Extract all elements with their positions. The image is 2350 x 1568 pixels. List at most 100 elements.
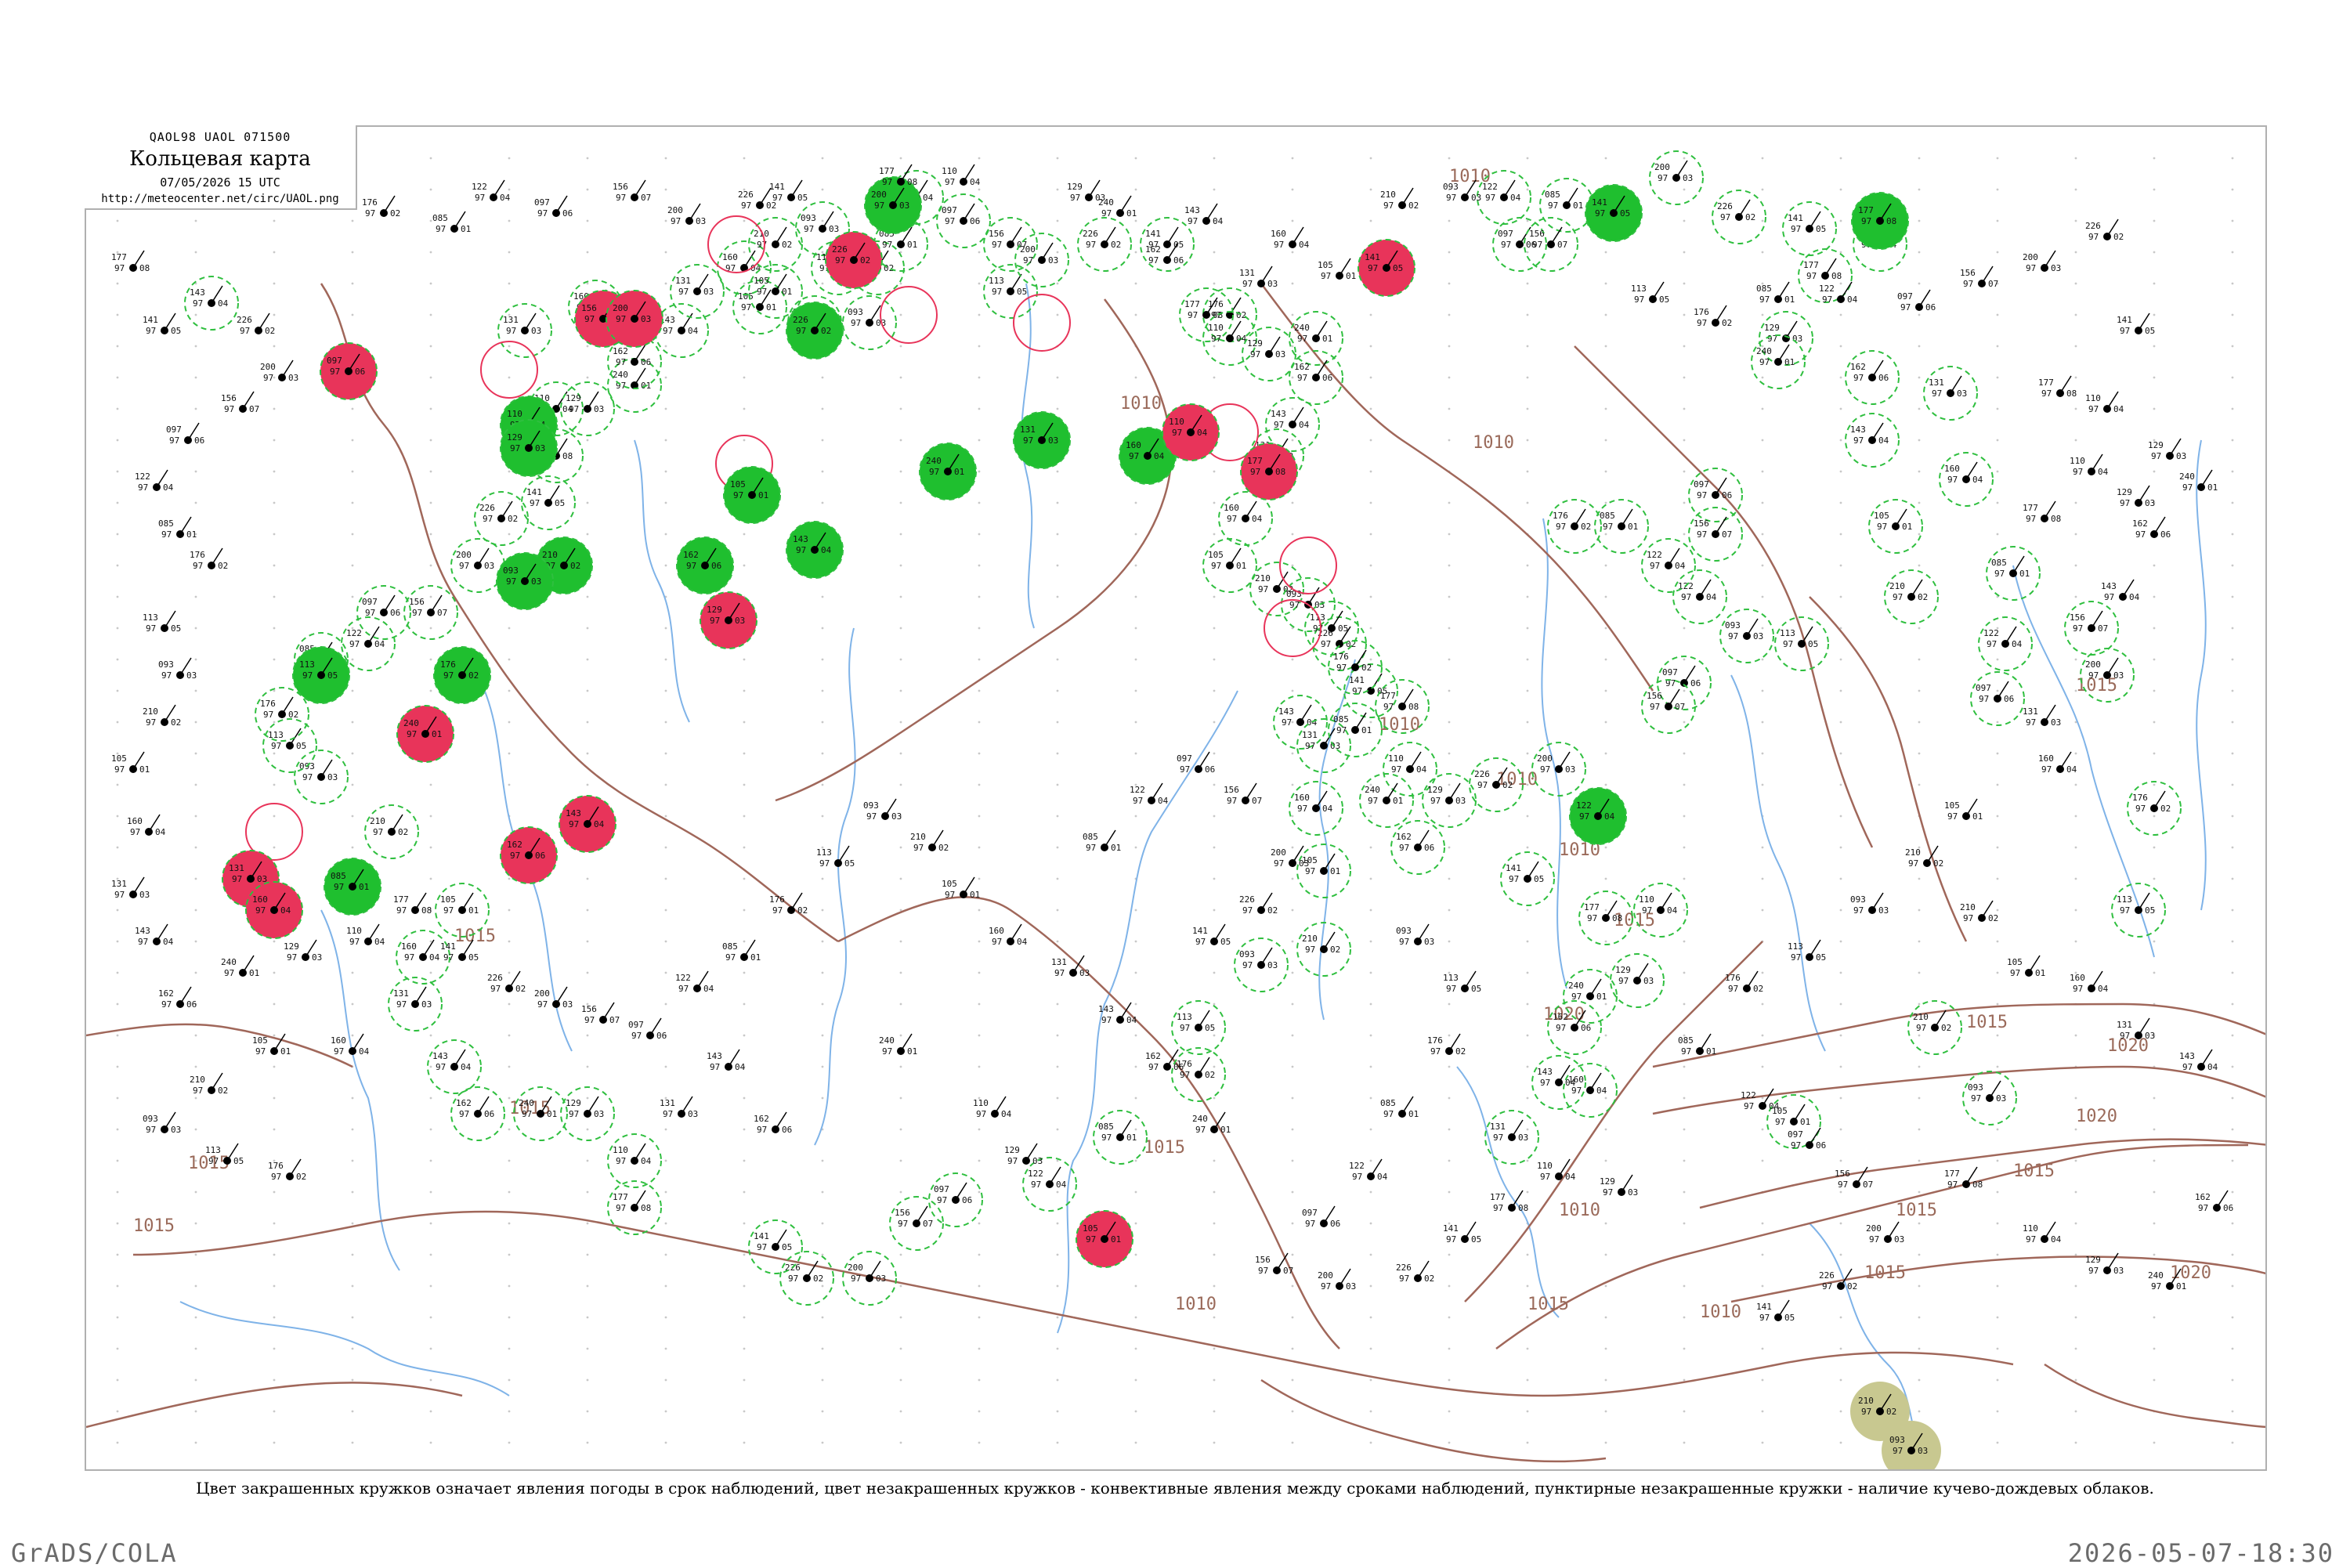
grid-dot <box>899 157 902 160</box>
station-pressure: 162 <box>2195 1192 2211 1202</box>
station-dew: 05 <box>468 952 479 963</box>
station-model: 1109704 <box>1208 320 1247 344</box>
station-pressure: 162 <box>456 1098 472 1108</box>
weather-map[interactable]: 1010101010101010101510151015101510101010… <box>86 127 2267 1471</box>
grid-dot <box>1683 1003 1686 1006</box>
station-temp: 97 <box>616 193 626 203</box>
grid-dot <box>1291 376 1294 379</box>
grid-dot <box>1134 188 1137 191</box>
grid-dot <box>273 533 276 536</box>
grid-dot <box>743 689 746 692</box>
station-model: 1319703 <box>1302 728 1340 751</box>
station-pressure: 129 <box>1004 1145 1020 1155</box>
station-dew: 04 <box>821 545 832 555</box>
grid-dot <box>1996 439 1999 442</box>
grid-dot <box>1604 564 1607 567</box>
grid-dot <box>1369 313 1372 316</box>
station-temp: 97 <box>1979 694 1989 704</box>
station-dew: 06 <box>562 208 573 219</box>
station-temp: 97 <box>1947 475 1958 485</box>
station-dew: 02 <box>1933 858 1943 869</box>
station-dew: 06 <box>1424 843 1434 853</box>
station-temp: 97 <box>874 201 884 211</box>
station-dew: 03 <box>1683 173 1693 183</box>
grid-dot <box>1448 219 1451 222</box>
station-dew: 03 <box>891 811 902 822</box>
station-pressure: 141 <box>1788 213 1803 223</box>
station-model: 1769702 <box>260 696 298 720</box>
grid-dot <box>273 1065 276 1068</box>
station-pressure: 160 <box>1126 440 1141 450</box>
station-temp: 97 <box>522 1109 532 1119</box>
station-dew: 01 <box>2035 968 2045 978</box>
grid-dot <box>1369 1378 1372 1382</box>
station-model: 1569707 <box>1694 516 1732 540</box>
station-dew: 05 <box>1816 224 1826 234</box>
station-dew: 06 <box>641 357 651 367</box>
grid-dot <box>1839 846 1842 849</box>
station-pressure: 097 <box>1662 667 1678 677</box>
grid-dot <box>1918 282 1921 285</box>
grid-dot <box>586 1410 589 1413</box>
grid-dot <box>1134 157 1137 160</box>
grid-dot <box>1291 1347 1294 1350</box>
grid-dot <box>194 846 197 849</box>
station-model: 12997 03 <box>1764 320 1802 344</box>
grid-dot <box>1996 783 1999 786</box>
grid-dot <box>194 940 197 943</box>
station-temp: 97 <box>929 467 939 477</box>
grid-dot <box>664 439 667 442</box>
station-dew: 04 <box>1667 905 1678 916</box>
station-pressure: 129 <box>1427 785 1443 795</box>
station-pressure: 097 <box>942 205 957 215</box>
station-temp: 97 <box>287 952 297 963</box>
station-temp: 97 <box>1297 334 1307 344</box>
grid-dot <box>743 1284 746 1288</box>
grid-dot <box>743 1097 746 1100</box>
grid-dot <box>194 689 197 692</box>
station-dew: 01 <box>1628 522 1638 532</box>
map-url[interactable]: http://meteocenter.net/circ/UAOL.png <box>85 193 356 205</box>
station-dew: 02 <box>1847 1281 1857 1292</box>
grid-dot <box>1134 1097 1137 1100</box>
grid-dot <box>1056 219 1059 222</box>
station-model: 1569707 <box>1647 688 1685 712</box>
grid-dot <box>1526 689 1529 692</box>
grid-dot <box>2231 1284 2234 1288</box>
grid-dot <box>1996 815 1999 818</box>
grid-dot <box>1369 1253 1372 1256</box>
station-temp: 97 <box>1446 1234 1456 1245</box>
station-model: 09397 03 <box>801 211 839 234</box>
station-pressure: 156 <box>613 182 628 192</box>
station-temp: 97 <box>255 905 266 916</box>
station-dew: 01 <box>2019 569 2030 579</box>
station-dew: 05 <box>555 498 565 508</box>
station-dew: 03 <box>171 1125 181 1135</box>
grid-dot <box>1604 595 1607 598</box>
grid-dot <box>1918 909 1921 912</box>
bulletin-code: QAOL98 UAOL 071500 <box>149 130 291 144</box>
station-temp: 97 <box>1540 764 1550 775</box>
grid-dot <box>194 1410 197 1413</box>
grid-dot <box>273 783 276 786</box>
grid-dot <box>508 971 511 974</box>
station-pressure: 122 <box>1349 1161 1365 1171</box>
station-model: 10597 01 <box>1944 798 1983 822</box>
station-model: 24097 01 <box>1294 320 1332 344</box>
grid-dot <box>1213 815 1216 818</box>
grid-dot <box>1604 877 1607 880</box>
grid-dot <box>664 783 667 786</box>
station-dew: 03 <box>2145 1031 2155 1041</box>
station-model: 1109704 <box>1388 751 1427 775</box>
grid-dot <box>899 501 902 504</box>
grid-dot <box>2153 282 2156 285</box>
station-temp: 97 <box>1838 1180 1848 1190</box>
station-model: 1229704 <box>135 469 174 493</box>
station-dew: 02 <box>1330 945 1340 955</box>
station-model: 12997 03 <box>1615 963 1654 986</box>
station-pressure: 129 <box>1615 965 1631 975</box>
station-pressure: 210 <box>190 1075 205 1085</box>
station-temp: 97 <box>1188 216 1198 226</box>
grid-dot <box>429 407 432 410</box>
grid-dot <box>508 1316 511 1319</box>
